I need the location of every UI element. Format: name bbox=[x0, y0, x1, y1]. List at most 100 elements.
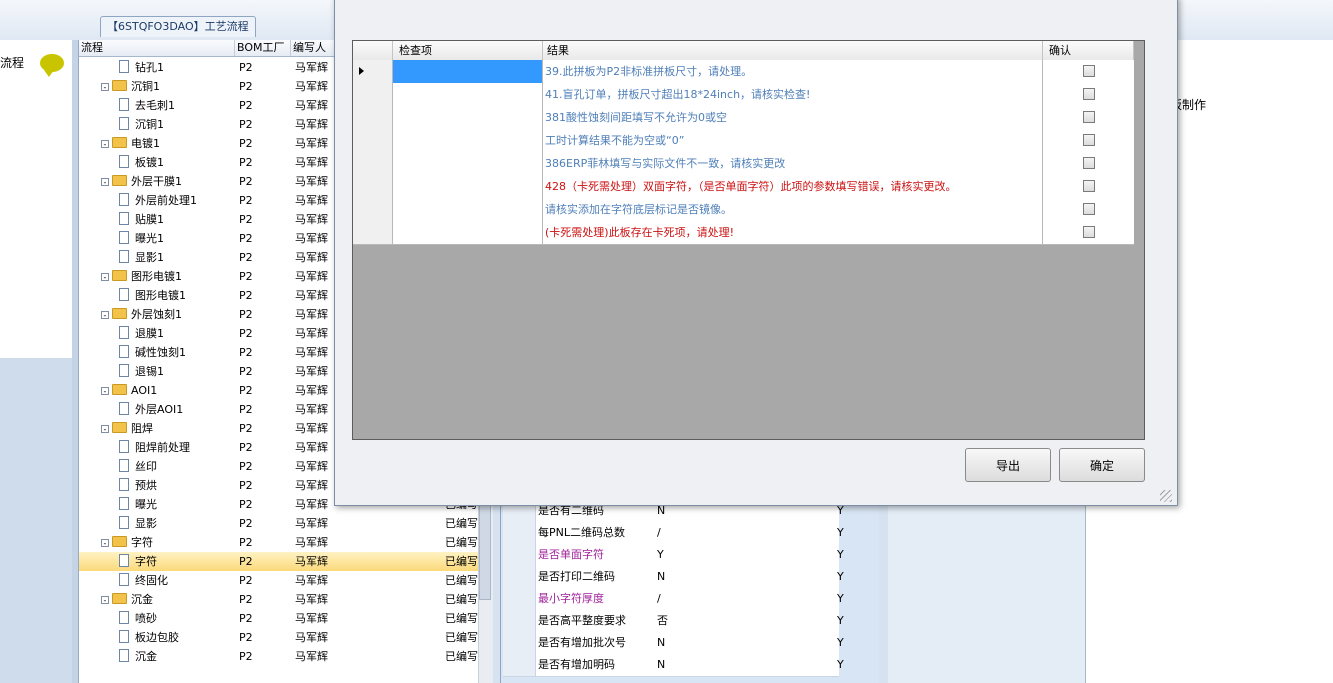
tree-row[interactable]: 字符 P2 马军辉 已编写 bbox=[79, 552, 479, 571]
tree-header-writer[interactable]: 编写人 bbox=[291, 40, 335, 56]
collapse-icon[interactable]: - bbox=[101, 311, 109, 320]
check-item-cell[interactable] bbox=[393, 198, 543, 221]
row-indicator[interactable] bbox=[353, 198, 393, 221]
param-row[interactable]: 是否高平整度要求 否 Y bbox=[503, 610, 844, 633]
tree-node[interactable]: 预烘 bbox=[119, 476, 259, 495]
result-cell[interactable]: 请核实添加在字符底层标记是否镜像。 bbox=[543, 198, 1043, 221]
tree-node[interactable]: 字符 bbox=[119, 552, 259, 571]
check-item-cell[interactable] bbox=[393, 152, 543, 175]
row-indicator[interactable] bbox=[353, 175, 393, 198]
tree-row[interactable]: 沉金 P2 马军辉 已编写 bbox=[79, 647, 479, 666]
tree-node[interactable]: 钻孔1 bbox=[119, 58, 259, 77]
tree-node[interactable]: 碱性蚀刻1 bbox=[119, 343, 259, 362]
result-cell[interactable]: 工时计算结果不能为空或“0” bbox=[543, 129, 1043, 152]
tree-node[interactable]: - 图形电镀1 bbox=[101, 267, 241, 286]
tree-node[interactable]: - AOI1 bbox=[101, 381, 241, 400]
confirm-checkbox[interactable] bbox=[1083, 157, 1095, 169]
param-value[interactable]: Y bbox=[657, 544, 664, 566]
grid-row[interactable]: 386ERP菲林填写与实际文件不一致，请核实更改 bbox=[353, 152, 1134, 176]
tree-node[interactable]: 显影1 bbox=[119, 248, 259, 267]
tree-row[interactable]: - 字符 P2 马军辉 已编写 bbox=[79, 533, 479, 552]
param-row[interactable]: 是否有增加明码 N Y bbox=[503, 654, 844, 677]
row-indicator[interactable] bbox=[353, 83, 393, 106]
row-indicator[interactable] bbox=[353, 106, 393, 129]
confirm-checkbox[interactable] bbox=[1083, 203, 1095, 215]
grid-row[interactable]: (卡死需处理)此板存在卡死项，请处理! bbox=[353, 221, 1134, 245]
tree-node[interactable]: - 外层干膜1 bbox=[101, 172, 241, 191]
check-item-cell[interactable] bbox=[393, 175, 543, 198]
check-item-cell[interactable] bbox=[393, 221, 543, 244]
resize-grip-icon[interactable] bbox=[1160, 490, 1172, 502]
tree-node[interactable]: 外层AOI1 bbox=[119, 400, 259, 419]
param-row[interactable]: 最小字符厚度 / Y bbox=[503, 588, 844, 611]
tree-node[interactable]: 贴膜1 bbox=[119, 210, 259, 229]
param-row[interactable]: 是否有增加批次号 N Y bbox=[503, 632, 844, 655]
tree-header-process[interactable]: 流程 bbox=[79, 40, 235, 56]
collapse-icon[interactable]: - bbox=[101, 140, 109, 149]
param-value[interactable]: N bbox=[657, 654, 665, 676]
tree-node[interactable]: 曝光1 bbox=[119, 229, 259, 248]
tree-node[interactable]: 丝印 bbox=[119, 457, 259, 476]
result-cell[interactable]: 39.此拼板为P2非标准拼板尺寸，请处理。 bbox=[543, 60, 1043, 83]
confirm-checkbox[interactable] bbox=[1083, 226, 1095, 238]
tree-node[interactable]: - 沉铜1 bbox=[101, 77, 241, 96]
tree-row[interactable]: - 沉金 P2 马军辉 已编写 bbox=[79, 590, 479, 609]
grid-row[interactable]: 工时计算结果不能为空或“0” bbox=[353, 129, 1134, 153]
tree-node[interactable]: 去毛刺1 bbox=[119, 96, 259, 115]
result-cell[interactable]: (卡死需处理)此板存在卡死项，请处理! bbox=[543, 221, 1043, 244]
tree-row[interactable]: 喷砂 P2 马军辉 已编写 bbox=[79, 609, 479, 628]
tree-node[interactable]: 沉金 bbox=[119, 647, 259, 666]
result-cell[interactable]: 41.盲孔订单，拼板尺寸超出18*24inch，请核实检查! bbox=[543, 83, 1043, 106]
tree-node[interactable]: - 外层蚀刻1 bbox=[101, 305, 241, 324]
tree-node[interactable]: - 电镀1 bbox=[101, 134, 241, 153]
result-cell[interactable]: 428（卡死需处理）双面字符，（是否单面字符）此项的参数填写错误，请核实更改。 bbox=[543, 175, 1043, 198]
tree-node[interactable]: 图形电镀1 bbox=[119, 286, 259, 305]
confirm-checkbox[interactable] bbox=[1083, 180, 1095, 192]
tree-row[interactable]: 板边包胶 P2 马军辉 已编写 bbox=[79, 628, 479, 647]
param-value[interactable]: / bbox=[657, 588, 661, 610]
confirm-checkbox[interactable] bbox=[1083, 111, 1095, 123]
tree-node[interactable]: - 字符 bbox=[101, 533, 241, 552]
collapse-icon[interactable]: - bbox=[101, 178, 109, 187]
grid-header-check[interactable]: 检查项 bbox=[393, 41, 543, 60]
row-indicator[interactable] bbox=[353, 129, 393, 152]
param-value[interactable]: N bbox=[657, 566, 665, 588]
check-item-cell[interactable] bbox=[393, 106, 543, 129]
ok-button[interactable]: 确定 bbox=[1059, 448, 1145, 482]
grid-header-confirm[interactable]: 确认 bbox=[1043, 41, 1134, 60]
check-item-cell[interactable] bbox=[393, 83, 543, 106]
tree-row[interactable]: 显影 P2 马军辉 已编写 bbox=[79, 514, 479, 533]
grid-row[interactable]: 41.盲孔订单，拼板尺寸超出18*24inch，请核实检查! bbox=[353, 83, 1134, 107]
check-item-cell[interactable] bbox=[393, 60, 543, 83]
collapse-icon[interactable]: - bbox=[101, 83, 109, 92]
check-item-cell[interactable] bbox=[393, 129, 543, 152]
tree-node[interactable]: 退锡1 bbox=[119, 362, 259, 381]
tree-node[interactable]: - 沉金 bbox=[101, 590, 241, 609]
grid-row[interactable]: 381酸性蚀刻间距填写不允许为0或空 bbox=[353, 106, 1134, 130]
tree-node[interactable]: 曝光 bbox=[119, 495, 259, 514]
confirm-checkbox[interactable] bbox=[1083, 65, 1095, 77]
tree-node[interactable]: 外层前处理1 bbox=[119, 191, 259, 210]
tree-node[interactable]: 喷砂 bbox=[119, 609, 259, 628]
param-row[interactable]: 每PNL二维码总数 / Y bbox=[503, 522, 844, 545]
grid-row[interactable]: 请核实添加在字符底层标记是否镜像。 bbox=[353, 198, 1134, 222]
param-value[interactable]: / bbox=[657, 522, 661, 544]
collapse-icon[interactable]: - bbox=[101, 425, 109, 434]
confirm-checkbox[interactable] bbox=[1083, 88, 1095, 100]
row-indicator[interactable] bbox=[353, 221, 393, 244]
row-indicator[interactable] bbox=[353, 60, 393, 83]
collapse-icon[interactable]: - bbox=[101, 273, 109, 282]
tree-row[interactable]: 终固化 P2 马军辉 已编写 bbox=[79, 571, 479, 590]
tree-node[interactable]: 显影 bbox=[119, 514, 259, 533]
collapse-icon[interactable]: - bbox=[101, 539, 109, 548]
tree-node[interactable]: 退膜1 bbox=[119, 324, 259, 343]
result-cell[interactable]: 386ERP菲林填写与实际文件不一致，请核实更改 bbox=[543, 152, 1043, 175]
chat-bubble-icon[interactable] bbox=[40, 54, 64, 77]
tree-header-bom[interactable]: BOM工厂 bbox=[235, 40, 291, 56]
param-value[interactable]: 否 bbox=[657, 610, 668, 632]
param-row[interactable]: 是否单面字符 Y Y bbox=[503, 544, 844, 567]
collapse-icon[interactable]: - bbox=[101, 596, 109, 605]
param-value[interactable]: N bbox=[657, 632, 665, 654]
tree-node[interactable]: - 阻焊 bbox=[101, 419, 241, 438]
param-row[interactable]: 是否打印二维码 N Y bbox=[503, 566, 844, 589]
